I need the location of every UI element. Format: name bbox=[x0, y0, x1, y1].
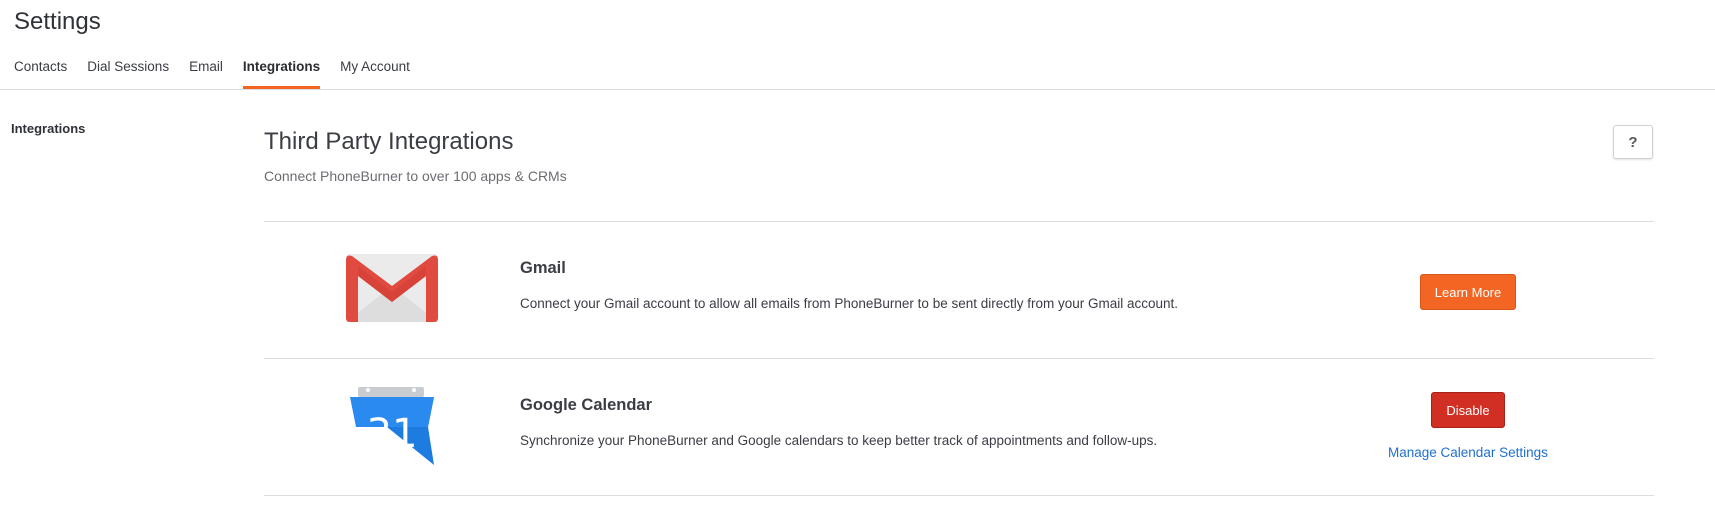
integration-name: Gmail bbox=[520, 259, 566, 277]
integration-name: Google Calendar bbox=[520, 396, 653, 414]
page-title: Settings bbox=[14, 8, 101, 35]
learn-more-button[interactable]: Learn More bbox=[1420, 274, 1516, 310]
integrations-section-header: Third Party Integrations Connect PhoneBu… bbox=[264, 120, 1654, 184]
manage-calendar-settings-link[interactable]: Manage Calendar Settings bbox=[1388, 445, 1548, 460]
section-subtitle: Connect PhoneBurner to over 100 apps & C… bbox=[264, 168, 567, 184]
disable-button[interactable]: Disable bbox=[1431, 392, 1505, 428]
section-title: Third Party Integrations bbox=[264, 128, 514, 155]
settings-tabs: Contacts Dial Sessions Email Integration… bbox=[14, 60, 430, 89]
page-header: Settings Contacts Dial Sessions Email In… bbox=[0, 0, 1715, 90]
integration-row-gmail: Gmail Connect your Gmail account to allo… bbox=[264, 222, 1654, 358]
integration-row-google-calendar: 31 Google Calendar Synchronize your Phon… bbox=[264, 359, 1654, 495]
google-calendar-icon: 31 bbox=[348, 385, 448, 465]
sidebar-item-integrations[interactable]: Integrations bbox=[11, 121, 85, 136]
calendar-icon-number: 31 bbox=[367, 411, 418, 457]
integration-description: Connect your Gmail account to allow all … bbox=[520, 296, 1179, 311]
tab-dial-sessions[interactable]: Dial Sessions bbox=[87, 60, 169, 89]
integration-description: Synchronize your PhoneBurner and Google … bbox=[520, 433, 1158, 448]
help-button[interactable]: ? bbox=[1613, 125, 1653, 159]
divider bbox=[264, 495, 1654, 496]
tab-contacts[interactable]: Contacts bbox=[14, 60, 67, 89]
gmail-icon bbox=[344, 252, 444, 332]
tab-integrations[interactable]: Integrations bbox=[242, 60, 321, 89]
tab-my-account[interactable]: My Account bbox=[340, 60, 410, 89]
tab-email[interactable]: Email bbox=[189, 60, 223, 89]
